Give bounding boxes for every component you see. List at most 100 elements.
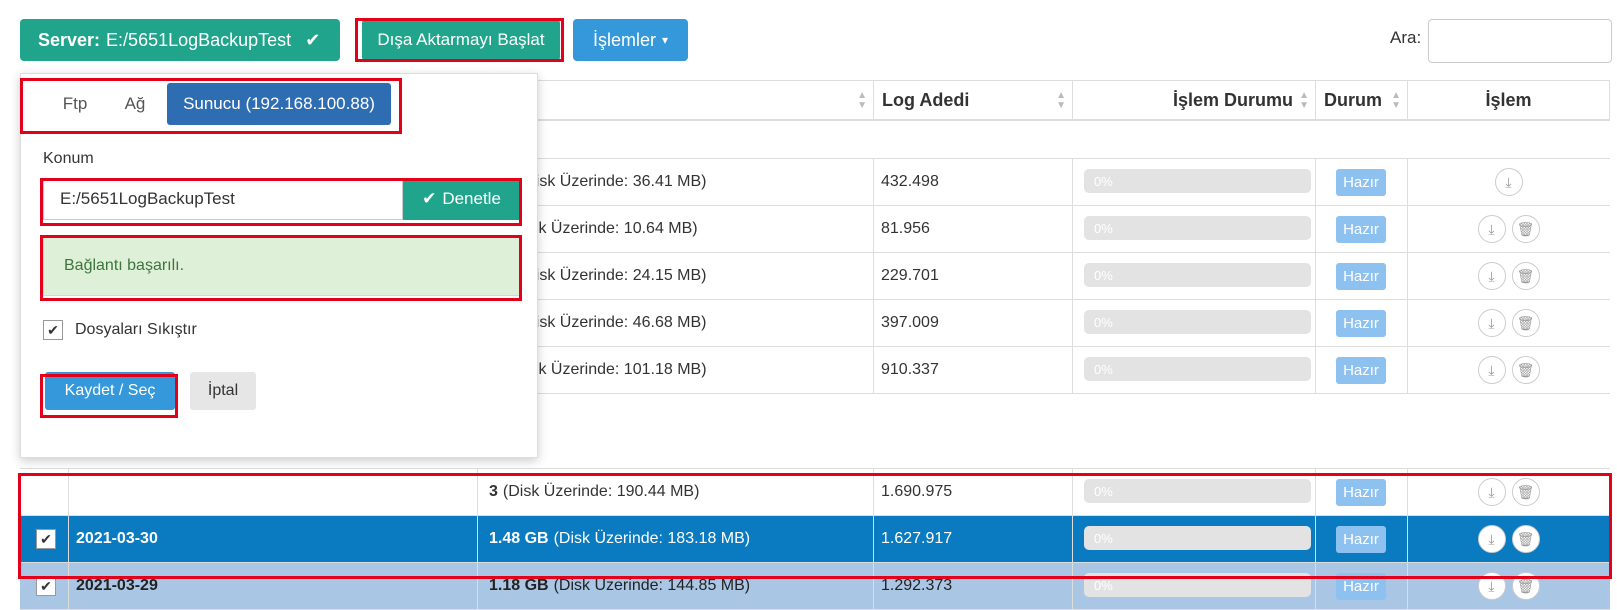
action-cell: ⤓: [1407, 159, 1610, 205]
status-cell: Hazır: [1315, 563, 1408, 609]
operations-dropdown[interactable]: İşlemler ▾: [573, 19, 688, 61]
tab-server[interactable]: Sunucu (192.168.100.88): [167, 83, 391, 125]
progress-cell: 0%: [1072, 516, 1316, 562]
status-badge: Hazır: [1336, 215, 1386, 243]
download-icon[interactable]: ⤓: [1477, 356, 1506, 384]
status-cell: Hazır: [1315, 159, 1408, 205]
status-badge: Hazır: [1336, 356, 1386, 384]
log-count-cell: 1.627.917: [873, 516, 1073, 562]
action-cell: ⤓ 🗑: [1407, 347, 1610, 393]
column-header-status[interactable]: Durum ▲ ▼: [1315, 80, 1408, 121]
progress-bar: 0%: [1084, 479, 1311, 503]
progress-bar: 0%: [1084, 357, 1311, 381]
trash-icon[interactable]: 🗑: [1511, 478, 1540, 506]
check-icon: ✔: [305, 29, 321, 50]
success-alert: Bağlantı başarılı.: [43, 236, 521, 296]
progress-bar: 0%: [1084, 573, 1311, 597]
tab-ftp[interactable]: Ftp: [49, 83, 101, 125]
row-select-cell[interactable]: ✔: [20, 563, 69, 609]
disk-size: (Disk Üzerinde: 183.18 MB): [553, 530, 751, 547]
cancel-button[interactable]: İptal: [190, 372, 256, 410]
search-label: Ara:: [1390, 28, 1422, 47]
trash-icon[interactable]: 🗑: [1511, 215, 1540, 243]
progress-bar: 0%: [1084, 169, 1311, 193]
chevron-down-icon: ▾: [661, 33, 669, 47]
disk-size: (Disk Üzerinde: 144.85 MB): [553, 577, 751, 594]
status-cell: Hazır: [1315, 516, 1408, 562]
trash-icon[interactable]: 🗑: [1511, 262, 1540, 290]
status-badge: Hazır: [1336, 168, 1386, 196]
action-cell: ⤓ 🗑: [1407, 206, 1610, 252]
server-value: E:/5651LogBackupTest: [106, 29, 292, 50]
start-export-button[interactable]: Dışa Aktarmayı Başlat: [362, 19, 560, 61]
progress-bar: 0%: [1084, 310, 1311, 334]
status-cell: Hazır: [1315, 469, 1408, 515]
sort-icon: ▲ ▼: [1391, 90, 1401, 111]
column-header-action: İşlem: [1407, 80, 1610, 121]
location-input[interactable]: E:/5651LogBackupTest: [43, 178, 403, 220]
status-cell: Hazır: [1315, 206, 1408, 252]
size-cell: 1.18 GB (Disk Üzerinde: 144.85 MB): [477, 563, 874, 609]
column-header-log-count[interactable]: Log Adedi ▲ ▼: [873, 80, 1073, 121]
log-count-cell: 1.292.373: [873, 563, 1073, 609]
check-connection-button[interactable]: ✔ Denetle: [403, 178, 520, 220]
date-cell: 2021-03-30: [68, 516, 478, 562]
operations-label: İşlemler: [592, 29, 656, 50]
row-select-cell[interactable]: [20, 469, 69, 515]
download-icon[interactable]: ⤓: [1477, 478, 1506, 506]
download-icon[interactable]: ⤓: [1477, 262, 1506, 290]
progress-cell: 0%: [1072, 300, 1316, 346]
progress-cell: 0%: [1072, 159, 1316, 205]
action-cell: ⤓ 🗑: [1407, 469, 1610, 515]
download-icon[interactable]: ⤓: [1477, 215, 1506, 243]
trash-icon[interactable]: 🗑: [1511, 525, 1540, 553]
status-cell: Hazır: [1315, 253, 1408, 299]
row-checkbox[interactable]: ✔: [36, 529, 56, 549]
row-checkbox[interactable]: ✔: [36, 576, 56, 596]
progress-cell: 0%: [1072, 563, 1316, 609]
download-icon[interactable]: ⤓: [1477, 525, 1506, 553]
action-cell: ⤓ 🗑: [1407, 563, 1610, 609]
table-row[interactable]: 3 (Disk Üzerinde: 190.44 MB) 1.690.975 0% Ha…: [20, 469, 1610, 516]
download-icon[interactable]: ⤓: [1477, 309, 1506, 337]
progress-bar: 0%: [1084, 263, 1311, 287]
server-button[interactable]: Server: E:/5651LogBackupTest ✔: [20, 19, 340, 61]
row-select-cell[interactable]: ✔: [20, 516, 69, 562]
date-cell: 2021-03-29: [68, 563, 478, 609]
progress-cell: 0%: [1072, 347, 1316, 393]
trash-icon[interactable]: 🗑: [1511, 309, 1540, 337]
status-badge: Hazır: [1336, 262, 1386, 290]
action-cell: ⤓ 🗑: [1407, 516, 1610, 562]
sort-icon: ▲ ▼: [1299, 90, 1309, 111]
log-count-cell: 432.498: [873, 159, 1073, 205]
status-badge: Hazır: [1336, 525, 1386, 553]
progress-cell: 0%: [1072, 469, 1316, 515]
disk-size: (Disk Üzerinde: 190.44 MB): [502, 483, 700, 500]
size-value: 1.48 GB: [489, 530, 549, 547]
tab-network[interactable]: Ağ: [109, 83, 161, 125]
sort-icon: ▲ ▼: [857, 90, 867, 111]
trash-icon[interactable]: 🗑: [1511, 572, 1540, 600]
trash-icon[interactable]: 🗑: [1511, 356, 1540, 384]
save-select-button[interactable]: Kaydet / Seç: [45, 372, 175, 410]
status-cell: Hazır: [1315, 300, 1408, 346]
compress-option[interactable]: ✔ Dosyaları Sıkıştır: [43, 320, 197, 340]
column-header-process-status[interactable]: İşlem Durumu ▲ ▼: [1072, 80, 1316, 121]
compress-label: Dosyaları Sıkıştır: [75, 321, 197, 338]
log-count-cell: 397.009: [873, 300, 1073, 346]
search-input[interactable]: [1428, 19, 1612, 63]
download-icon[interactable]: ⤓: [1494, 168, 1523, 196]
status-badge: Hazır: [1336, 309, 1386, 337]
progress-cell: 0%: [1072, 253, 1316, 299]
download-icon[interactable]: ⤓: [1477, 572, 1506, 600]
server-prefix: Server:: [38, 29, 101, 50]
size-value: 1.18 GB: [489, 577, 549, 594]
log-count-cell: 910.337: [873, 347, 1073, 393]
disk-size: (Disk Üzerinde: 36.41 MB): [518, 173, 707, 190]
progress-cell: 0%: [1072, 206, 1316, 252]
table-row[interactable]: ✔ 2021-03-30 1.48 GB (Disk Üzerinde: 183.18…: [20, 516, 1610, 563]
status-badge: Hazır: [1336, 572, 1386, 600]
table-row[interactable]: ✔ 2021-03-29 1.18 GB (Disk Üzerinde: 144.85…: [20, 563, 1610, 610]
action-cell: ⤓ 🗑: [1407, 300, 1610, 346]
compress-checkbox[interactable]: ✔: [43, 320, 63, 340]
